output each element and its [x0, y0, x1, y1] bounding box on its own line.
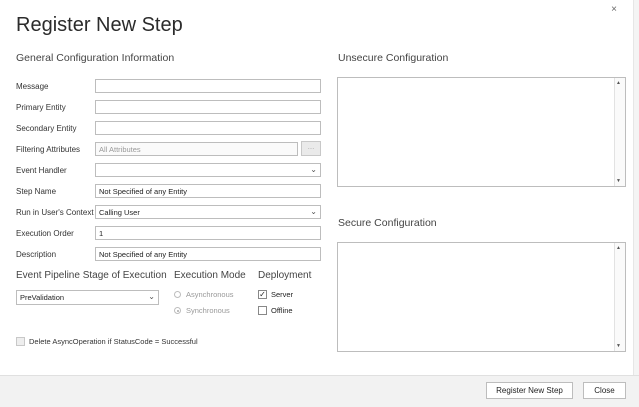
- secondary-entity-input[interactable]: [95, 121, 321, 135]
- offline-label: Offline: [271, 306, 293, 315]
- deployment-heading: Deployment: [258, 270, 312, 281]
- execution-order-label: Execution Order: [16, 229, 74, 238]
- server-checkbox[interactable]: ✓: [258, 290, 267, 299]
- description-input[interactable]: Not Specified of any Entity: [95, 247, 321, 261]
- asynchronous-label: Asynchronous: [186, 290, 234, 299]
- scroll-up-icon[interactable]: ▲: [616, 245, 621, 251]
- synchronous-label: Synchronous: [186, 306, 230, 315]
- delete-async-checkbox[interactable]: [16, 337, 25, 346]
- run-in-user-context-label: Run in User's Context: [16, 208, 94, 217]
- scroll-up-icon[interactable]: ▲: [616, 80, 621, 86]
- register-new-step-button[interactable]: Register New Step: [486, 382, 573, 399]
- secure-config-heading: Secure Configuration: [338, 217, 437, 229]
- secure-config-scrollbar[interactable]: ▲ ▼: [614, 243, 625, 351]
- filtering-attributes-input[interactable]: All Attributes: [95, 142, 298, 156]
- dialog-title: Register New Step: [16, 14, 183, 36]
- run-in-user-context-value: Calling User: [99, 208, 140, 217]
- pipeline-stage-heading: Event Pipeline Stage of Execution: [16, 270, 167, 281]
- primary-entity-label: Primary Entity: [16, 103, 66, 112]
- dialog-footer: Register New Step Close: [0, 375, 639, 407]
- message-label: Message: [16, 82, 49, 91]
- dialog-scrollbar[interactable]: [633, 0, 639, 375]
- server-label: Server: [271, 290, 294, 299]
- asynchronous-radio[interactable]: [174, 291, 181, 298]
- event-handler-select[interactable]: ⌄: [95, 163, 321, 177]
- offline-checkbox[interactable]: [258, 306, 267, 315]
- description-label: Description: [16, 250, 57, 259]
- close-button[interactable]: Close: [583, 382, 626, 399]
- pipeline-stage-select[interactable]: PreValidation ⌄: [16, 290, 159, 305]
- message-input[interactable]: [95, 79, 321, 93]
- chevron-down-icon: ⌄: [148, 292, 155, 301]
- execution-order-input[interactable]: 1: [95, 226, 321, 240]
- secondary-entity-label: Secondary Entity: [16, 124, 77, 133]
- scroll-down-icon[interactable]: ▼: [616, 178, 621, 184]
- chevron-down-icon: ⌄: [310, 207, 317, 216]
- check-icon: ✓: [259, 290, 266, 299]
- unsecure-config-scrollbar[interactable]: ▲ ▼: [614, 78, 625, 186]
- step-name-label: Step Name: [16, 187, 57, 196]
- execution-mode-heading: Execution Mode: [174, 270, 246, 281]
- delete-async-label: Delete AsyncOperation if StatusCode = Su…: [29, 337, 198, 346]
- run-in-user-context-select[interactable]: Calling User ⌄: [95, 205, 321, 219]
- scroll-down-icon[interactable]: ▼: [616, 343, 621, 349]
- chevron-down-icon: ⌄: [310, 165, 317, 174]
- unsecure-config-heading: Unsecure Configuration: [338, 52, 449, 64]
- secure-config-textarea[interactable]: ▲ ▼: [337, 242, 626, 352]
- general-config-heading: General Configuration Information: [16, 52, 175, 64]
- filtering-attributes-browse-button[interactable]: …: [301, 141, 321, 156]
- synchronous-radio[interactable]: [174, 307, 181, 314]
- filtering-attributes-label: Filtering Attributes: [16, 145, 81, 154]
- unsecure-config-textarea[interactable]: ▲ ▼: [337, 77, 626, 187]
- step-name-input[interactable]: Not Specified of any Entity: [95, 184, 321, 198]
- event-handler-label: Event Handler: [16, 166, 67, 175]
- pipeline-stage-value: PreValidation: [20, 293, 65, 302]
- close-icon[interactable]: ×: [611, 4, 617, 15]
- primary-entity-input[interactable]: [95, 100, 321, 114]
